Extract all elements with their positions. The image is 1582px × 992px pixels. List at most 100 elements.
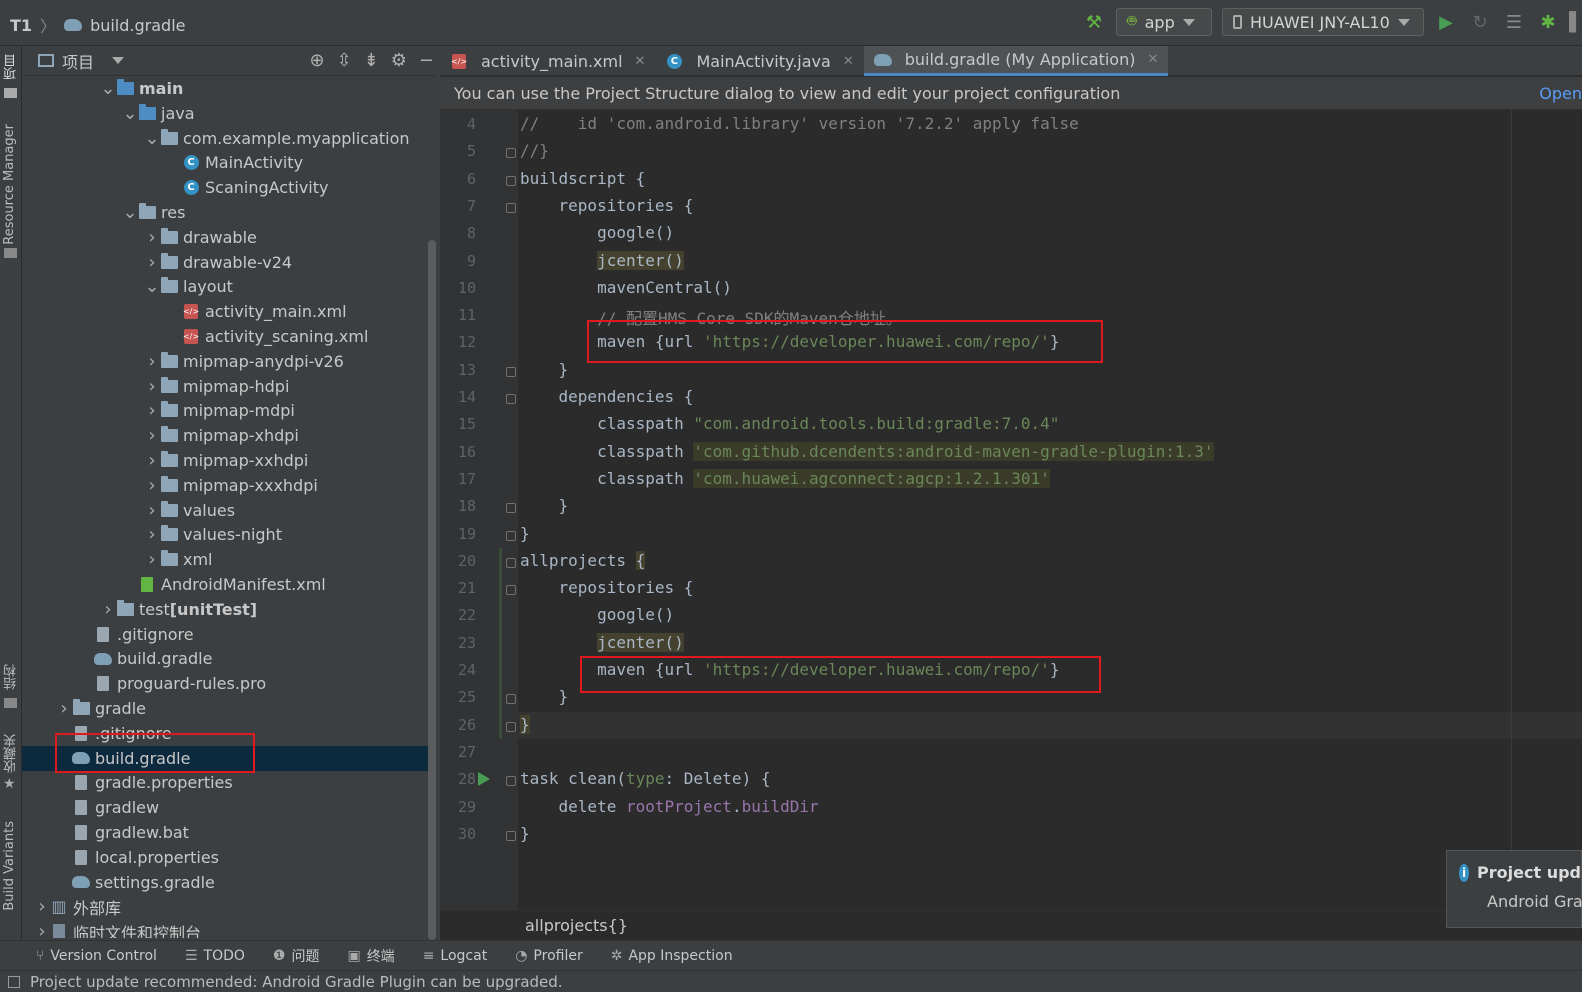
code-line[interactable]: repositories { (520, 196, 694, 215)
editor-breadcrumb-item[interactable]: allprojects{} (525, 916, 628, 935)
tree-item[interactable]: › drawable-v24 (22, 250, 440, 275)
code-line[interactable]: //} (520, 141, 549, 160)
code-line[interactable]: // id 'com.android.library' version '7.2… (520, 114, 1079, 133)
tree-item[interactable]: gradlew.bat (22, 820, 440, 845)
apply-changes-icon[interactable]: ↻ (1468, 10, 1492, 34)
chevron-right-icon[interactable]: › (144, 252, 160, 273)
code-line[interactable]: classpath 'com.github.dcendents:android-… (520, 441, 1214, 461)
chevron-right-icon[interactable]: › (100, 599, 116, 620)
editor-tab[interactable]: C MainActivity.java ✕ (655, 46, 863, 76)
code-line[interactable]: allprojects { (520, 550, 646, 570)
code-line[interactable]: } (520, 714, 530, 734)
run-config-select[interactable]: 🤖︎ app (1116, 8, 1212, 36)
bottom-tool-vcs[interactable]: ⑂ Version Control (36, 948, 157, 964)
project-tool-button[interactable]: 项目 (2, 54, 21, 80)
chevron-down-icon[interactable] (112, 57, 125, 64)
chevron-down-icon[interactable]: ⌄ (144, 128, 160, 149)
code-line[interactable]: } (520, 687, 569, 706)
code-line[interactable]: } (520, 824, 530, 843)
apply-code-changes-icon[interactable]: ☰ (1502, 10, 1526, 34)
editor-tab[interactable]: </> activity_main.xml ✕ (440, 46, 655, 76)
debug-icon[interactable]: ✱ (1536, 10, 1560, 34)
tree-item[interactable]: › mipmap-hdpi (22, 374, 440, 399)
code-line[interactable]: classpath "com.android.tools.build:gradl… (520, 414, 1059, 433)
chevron-down-icon[interactable]: ⌄ (144, 276, 160, 297)
fold-icon[interactable] (506, 175, 516, 186)
chevron-right-icon[interactable]: › (34, 921, 50, 938)
tree-item[interactable]: settings.gradle (22, 870, 440, 895)
status-toggle-icon[interactable] (8, 975, 20, 988)
attach-icon[interactable]: ▌ (1569, 10, 1582, 34)
fold-icon[interactable] (506, 148, 516, 159)
code-editor[interactable]: 4 // id 'com.android.library' version '7.… (440, 110, 1582, 910)
tree-item[interactable]: ⌄ com.example.myapplication (22, 126, 440, 151)
nav-project-name[interactable]: T1 (10, 16, 32, 35)
chevron-right-icon[interactable]: › (144, 549, 160, 570)
fold-icon[interactable] (506, 776, 516, 787)
tree-item[interactable]: › mipmap-mdpi (22, 398, 440, 423)
fold-icon[interactable] (506, 366, 516, 377)
chevron-right-icon[interactable]: › (144, 227, 160, 248)
bottom-tool-inspection[interactable]: ✲ App Inspection (611, 948, 733, 964)
code-line[interactable]: dependencies { (520, 387, 694, 406)
chevron-right-icon[interactable]: › (144, 400, 160, 421)
tree-item[interactable]: local.properties (22, 845, 440, 870)
tree-item[interactable]: AndroidManifest.xml (22, 572, 440, 597)
tree-item[interactable]: ⌄ layout (22, 274, 440, 299)
close-icon[interactable]: ✕ (843, 54, 854, 69)
chevron-right-icon[interactable]: › (34, 896, 50, 917)
chevron-down-icon[interactable]: ⌄ (122, 103, 138, 124)
tree-item[interactable]: › 临时文件和控制台 (22, 919, 440, 938)
tree-item[interactable]: › test [unitTest] (22, 597, 440, 622)
tree-item[interactable]: </> activity_main.xml (22, 299, 440, 324)
editor-breadcrumb[interactable]: allprojects{} (440, 910, 1582, 940)
chevron-right-icon[interactable]: › (144, 524, 160, 545)
code-line[interactable]: google() (520, 605, 674, 624)
tree-item[interactable]: › drawable (22, 225, 440, 250)
chevron-right-icon[interactable]: › (144, 425, 160, 446)
tree-item[interactable]: gradle.properties (22, 770, 440, 795)
editor-tab[interactable]: build.gradle (My Application) ✕ (863, 46, 1169, 76)
fold-icon[interactable] (506, 585, 516, 596)
hide-icon[interactable]: − (419, 50, 434, 71)
tree-item[interactable]: › mipmap-xxhdpi (22, 448, 440, 473)
fold-icon[interactable] (506, 694, 516, 705)
close-icon[interactable]: ✕ (635, 54, 646, 69)
tree-item[interactable]: ⌄ main (22, 76, 440, 101)
gear-icon[interactable]: ⚙ (391, 50, 407, 71)
tree-item[interactable]: build.gradle (22, 646, 440, 671)
tree-item[interactable]: .gitignore (22, 622, 440, 647)
code-line[interactable]: } (520, 360, 569, 379)
tree-item[interactable]: › ▥ 外部库 (22, 894, 440, 919)
tree-item[interactable]: › values-night (22, 522, 440, 547)
code-line[interactable]: } (520, 496, 569, 515)
tree-item[interactable]: ⌄ java (22, 101, 440, 126)
fold-icon[interactable] (506, 830, 516, 841)
bottom-tool-logcat[interactable]: ≡ Logcat (423, 948, 488, 964)
run-icon[interactable]: ▶ (1434, 10, 1458, 34)
tree-item[interactable]: ⌄ res (22, 200, 440, 225)
fold-icon[interactable] (506, 721, 516, 732)
tree-item[interactable]: › mipmap-anydpi-v26 (22, 349, 440, 374)
tree-item[interactable]: › xml (22, 547, 440, 572)
code-line[interactable]: buildscript { (520, 169, 645, 188)
run-gutter-icon[interactable] (478, 772, 490, 787)
fold-icon[interactable] (506, 503, 516, 514)
bottom-tool-profiler[interactable]: ◔ Profiler (515, 948, 583, 964)
project-tree-scrollbar[interactable] (428, 240, 436, 940)
chevron-down-icon[interactable]: ⌄ (100, 78, 116, 99)
code-line[interactable]: google() (520, 223, 674, 242)
project-view-select[interactable]: 项目 (62, 49, 94, 73)
chevron-right-icon[interactable]: › (144, 351, 160, 372)
code-line[interactable]: jcenter() (520, 632, 684, 652)
fold-icon[interactable] (506, 557, 516, 568)
project-update-notification[interactable]: i Project upd Android Gra (1446, 850, 1582, 928)
tree-item[interactable]: proguard-rules.pro (22, 671, 440, 696)
fold-icon[interactable] (506, 394, 516, 404)
bottom-tool-terminal[interactable]: ▣ 终端 (347, 946, 394, 966)
code-line[interactable]: } (520, 524, 530, 543)
fold-icon[interactable] (506, 202, 516, 213)
collapse-all-icon[interactable]: ⇟ (364, 50, 379, 71)
chevron-right-icon[interactable]: › (144, 376, 160, 397)
tree-item[interactable]: C ScaningActivity (22, 175, 440, 200)
